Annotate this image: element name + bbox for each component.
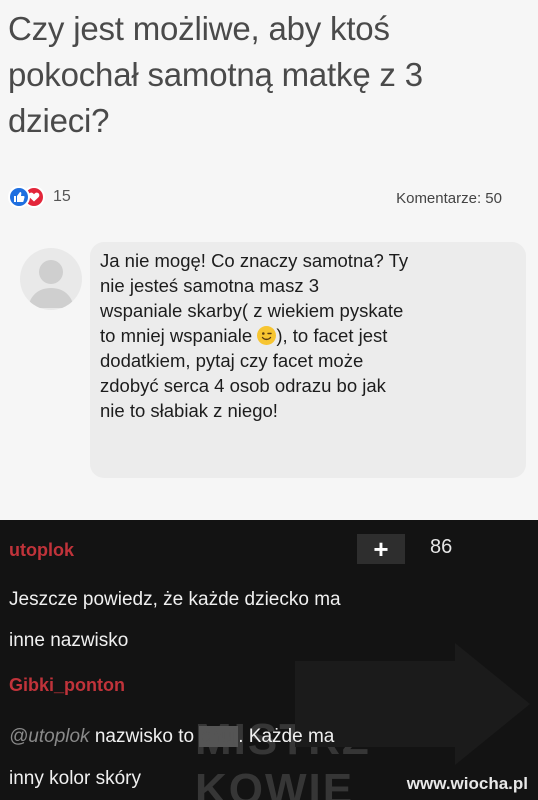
comment-score: 86 [430, 536, 453, 558]
comments-section: utoplok + 86 Jeszcze powiedz, że każde d… [0, 520, 538, 800]
comment-text-line2: inne nazwisko [9, 630, 129, 651]
comment-text: Ja nie mogę! Co znaczy samotna? Ty nie j… [100, 250, 409, 421]
comments-count-link[interactable]: Komentarze: 50 [396, 190, 502, 207]
mention-link[interactable]: @utoplok [9, 726, 90, 747]
comment-bubble: Ja nie mogę! Co znaczy samotna? Ty nie j… [90, 242, 526, 478]
comment-author-gibki-ponton[interactable]: Gibki_ponton [9, 675, 125, 696]
winking-face-icon [257, 326, 277, 345]
avatar[interactable] [20, 248, 82, 310]
site-watermark: www.wiocha.pl [406, 774, 528, 793]
like-icon[interactable] [8, 186, 30, 208]
comment-author-utoplok[interactable]: utoplok [9, 540, 74, 561]
reactions-count: 15 [53, 188, 71, 205]
comment-text-line1: Jeszcze powiedz, że każde dziecko ma [9, 589, 341, 610]
facebook-post: Czy jest możliwe, aby ktoś pokochał samo… [0, 0, 538, 520]
censored-word: chuj [199, 726, 239, 747]
reply-text-line1: @utoplok nazwisko to chuj. Każde ma [9, 726, 335, 747]
reply-text-line2: inny kolor skóry [9, 768, 141, 789]
upvote-button[interactable]: + [357, 534, 405, 564]
default-avatar-icon [28, 260, 74, 308]
reactions-bar[interactable]: 15 [8, 186, 71, 208]
post-title: Czy jest możliwe, aby ktoś pokochał samo… [8, 10, 423, 139]
